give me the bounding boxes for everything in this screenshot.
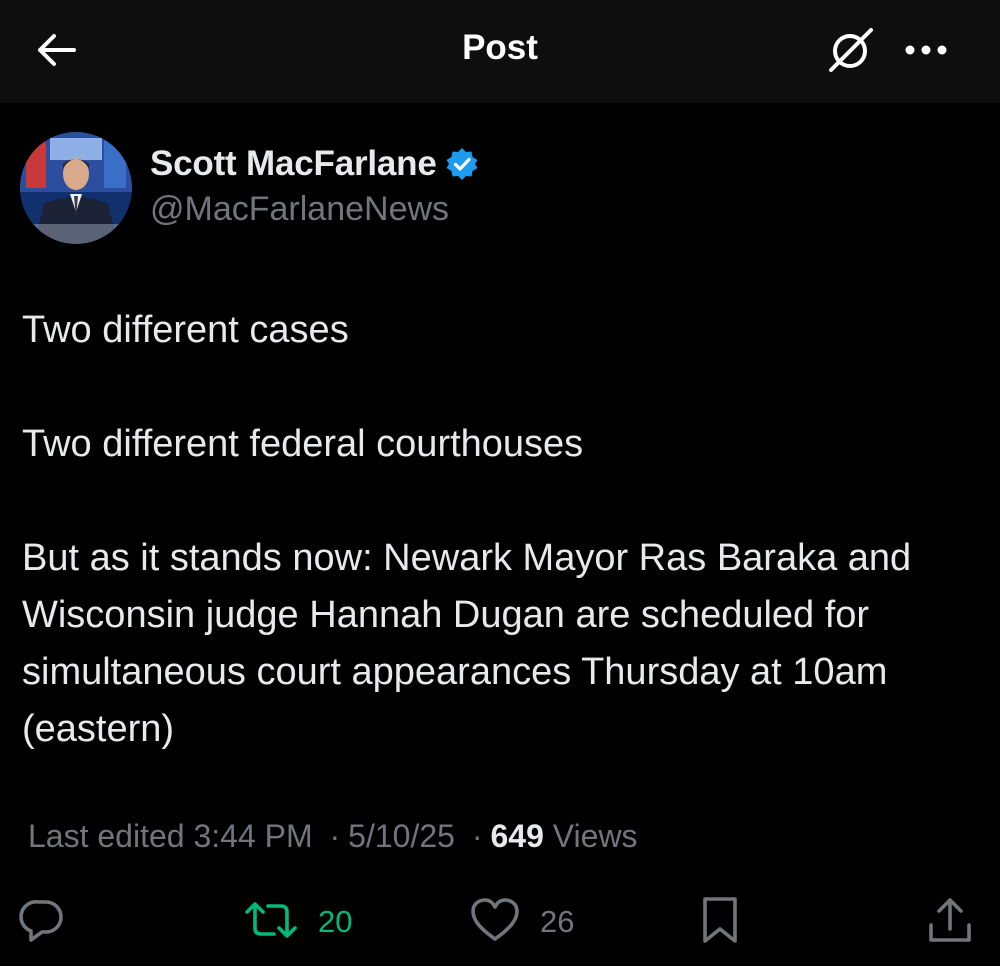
heart-icon	[470, 897, 520, 948]
views-count[interactable]: 649	[490, 818, 543, 854]
reply-icon	[18, 896, 66, 949]
like-button[interactable]: 26	[470, 894, 574, 950]
repost-button[interactable]: 20	[244, 894, 352, 950]
post-paragraph: But as it stands now: Newark Mayor Ras B…	[22, 537, 912, 750]
author-handle[interactable]: @MacFarlaneNews	[150, 190, 449, 229]
grok-icon	[825, 24, 877, 81]
more-horizontal-icon	[903, 43, 949, 61]
like-count: 26	[540, 904, 575, 939]
views-label[interactable]: Views	[553, 818, 638, 854]
back-button[interactable]	[30, 30, 82, 74]
grok-button[interactable]	[822, 24, 880, 80]
post-meta: Last edited 3:44 PM · 5/10/25 · 649 Views	[28, 818, 638, 855]
arrow-left-icon	[34, 32, 78, 73]
more-options-button[interactable]	[898, 28, 954, 76]
meta-separator: ·	[471, 818, 483, 854]
edited-label[interactable]: Last edited	[28, 818, 185, 854]
bookmark-button[interactable]	[700, 894, 740, 950]
bookmark-icon	[700, 895, 740, 950]
verified-badge-icon	[445, 147, 479, 181]
top-bar: Post	[0, 0, 1000, 103]
post-text: Two different cases Two different federa…	[22, 302, 987, 758]
meta-separator: ·	[329, 818, 341, 854]
post-paragraph: Two different federal courthouses	[22, 423, 584, 465]
repost-count: 20	[318, 904, 353, 939]
share-icon	[926, 895, 974, 950]
post-paragraph: Two different cases	[22, 309, 349, 351]
repost-icon	[244, 898, 298, 947]
share-button[interactable]	[926, 894, 974, 950]
author-name-row[interactable]: Scott MacFarlane	[150, 142, 479, 186]
author-name: Scott MacFarlane	[150, 144, 437, 183]
post-time[interactable]: 3:44 PM	[193, 818, 312, 854]
post-date[interactable]: 5/10/25	[348, 818, 455, 854]
reply-button[interactable]	[18, 894, 66, 950]
avatar[interactable]	[20, 132, 132, 244]
